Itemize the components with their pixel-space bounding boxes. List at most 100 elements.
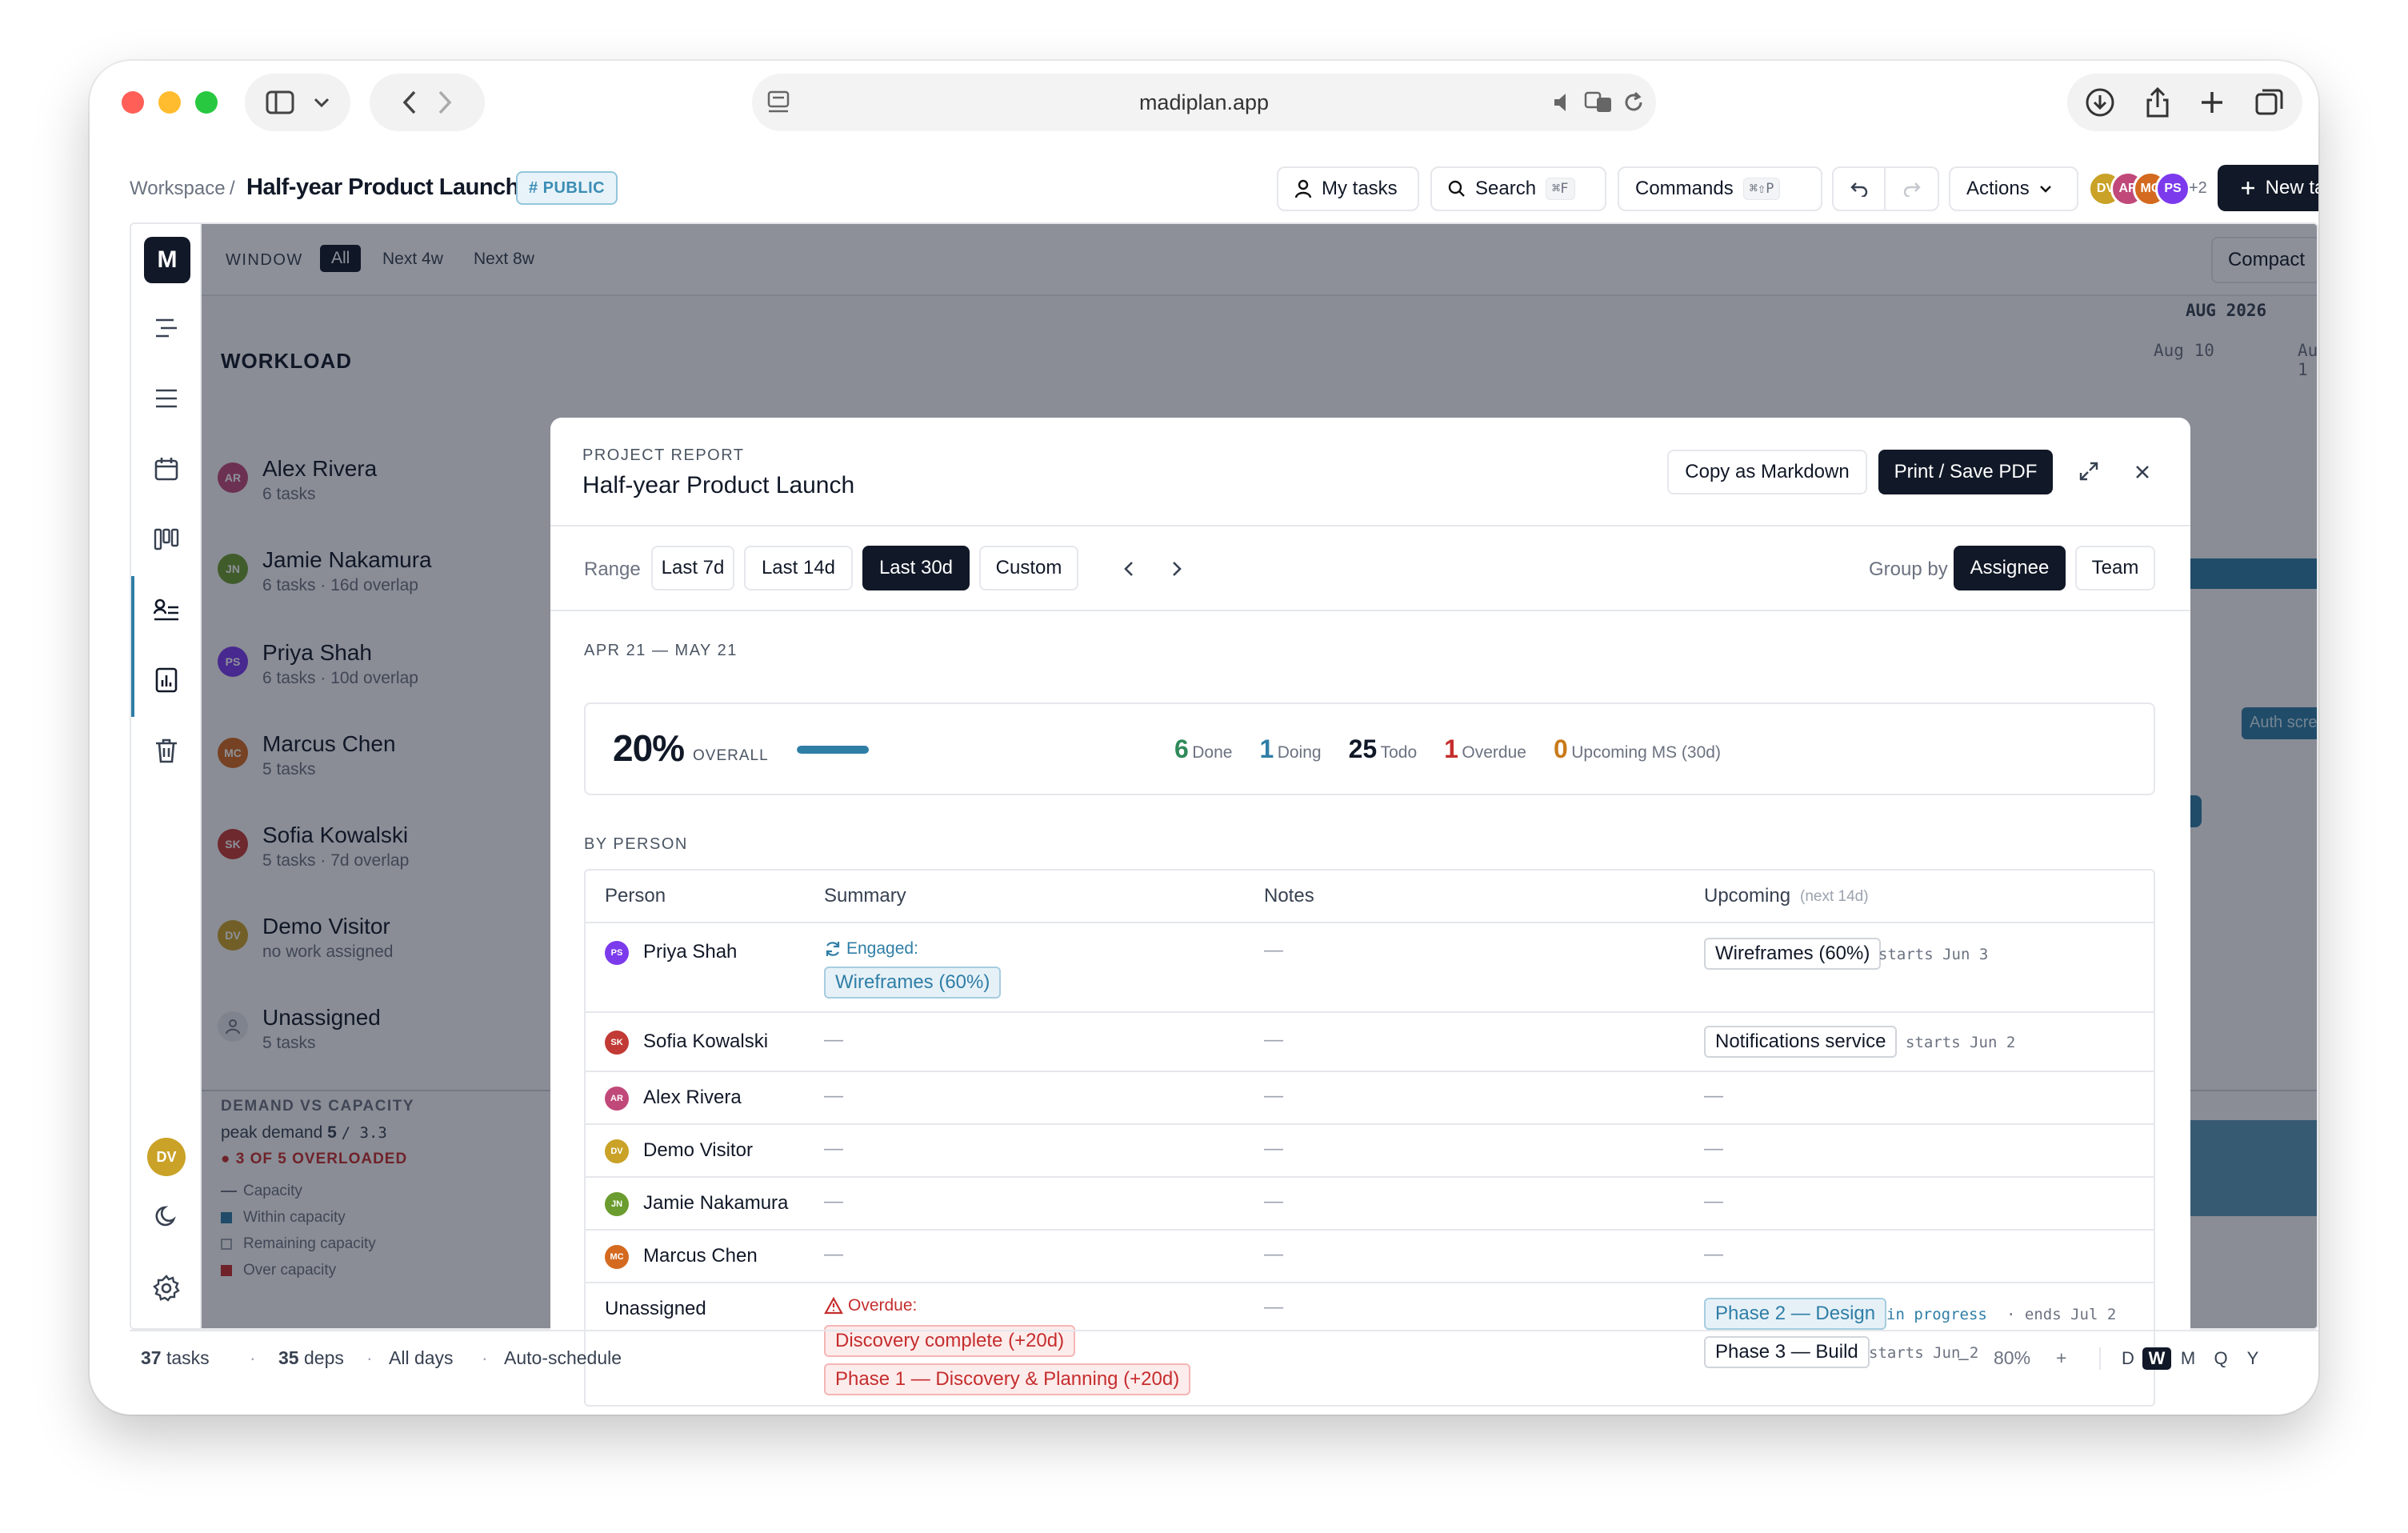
range-custom[interactable]: Custom — [979, 546, 1078, 590]
column-header-person: Person — [605, 885, 666, 907]
undo-icon[interactable] — [1834, 168, 1886, 210]
reload-icon[interactable] — [1622, 91, 1645, 114]
breadcrumb-workspace[interactable]: Workspace — [130, 178, 226, 200]
auto-schedule-toggle[interactable]: Auto-schedule — [504, 1347, 622, 1369]
tab-overview-icon[interactable] — [2254, 87, 2285, 118]
divider — [2099, 1347, 2101, 1370]
chevron-down-icon — [2039, 185, 2052, 193]
group-by-assignee[interactable]: Assignee — [1954, 546, 2066, 590]
stat-upcoming-milestones: 0 Upcoming MS (30d) — [1554, 734, 1721, 764]
expand-icon[interactable] — [2078, 461, 2099, 482]
my-tasks-label: My tasks — [1322, 178, 1398, 199]
user-avatar[interactable]: DV — [147, 1138, 186, 1176]
dialog-title: Half-year Product Launch — [582, 472, 855, 498]
share-icon[interactable] — [2145, 86, 2170, 118]
avatar: JN — [605, 1192, 629, 1216]
avatar: AR — [605, 1087, 629, 1111]
stat-value: 0 — [1553, 734, 1568, 763]
next-period-icon[interactable] — [1171, 560, 1182, 578]
stat-value: 1 — [1259, 734, 1274, 763]
task-count-value: 37 — [141, 1347, 162, 1368]
zoom-level: 80% — [1994, 1347, 2031, 1368]
zoom-in-button[interactable]: + — [2056, 1347, 2066, 1369]
new-task-button[interactable]: New task — [2218, 165, 2318, 211]
avatar[interactable]: PS — [2155, 171, 2190, 206]
empty-notes: — — [1264, 1085, 1283, 1107]
divider — [550, 610, 2190, 611]
timescale-week[interactable]: W — [2142, 1347, 2171, 1370]
empty-summary: — — [824, 1085, 843, 1107]
empty-notes: — — [1264, 1191, 1283, 1212]
overall-progress-fill — [797, 746, 869, 754]
table-row: SK Sofia Kowalski — — Notifications serv… — [586, 1013, 2154, 1072]
timescale-day[interactable]: D — [2114, 1348, 2142, 1369]
stat-label: Upcoming MS (30d) — [1571, 743, 1721, 762]
board-view-icon[interactable] — [149, 522, 184, 557]
task-start-date: starts Jun 3 — [1878, 946, 1989, 963]
task-start-date: starts Jun 2 — [1906, 1034, 2016, 1051]
days-filter[interactable]: All days — [389, 1347, 454, 1369]
zoom-window-button[interactable] — [195, 91, 218, 114]
engaged-text: Engaged: — [846, 939, 918, 958]
range-last-14d[interactable]: Last 14d — [744, 546, 853, 590]
status-bar: 37 tasks · 35 deps · All days · Auto-sch… — [130, 1330, 2318, 1386]
task-chip[interactable]: Wireframes (60%) — [1704, 938, 1882, 970]
app-logo[interactable]: M — [144, 237, 190, 283]
overall-summary-card: 20% OVERALL 6 Done 1 Doing 25 Todo 1 Ove… — [584, 702, 2155, 795]
print-pdf-button[interactable]: Print / Save PDF — [1878, 450, 2053, 494]
translate-icon[interactable] — [1584, 90, 1614, 115]
dependency-count-label: deps — [303, 1347, 344, 1368]
app-header: Workspace / Half-year Product Launch # PU… — [130, 144, 2318, 211]
stat-label: Done — [1192, 743, 1233, 762]
address-bar[interactable]: madiplan.app — [752, 74, 1656, 131]
dark-mode-icon[interactable] — [149, 1199, 184, 1234]
visibility-badge[interactable]: # PUBLIC — [516, 171, 618, 205]
actions-label: Actions — [1966, 178, 2030, 199]
range-last-30d[interactable]: Last 30d — [862, 546, 970, 590]
undo-redo-group — [1832, 166, 1939, 211]
page-menu-icon[interactable] — [766, 90, 790, 115]
redo-icon[interactable] — [1886, 168, 1938, 210]
trash-icon[interactable] — [149, 733, 184, 768]
overdue-label: Overdue: — [824, 1296, 917, 1315]
sidebar-toggle-button[interactable] — [245, 74, 350, 131]
list-view-icon[interactable] — [149, 381, 184, 416]
back-arrow-icon[interactable] — [402, 90, 418, 115]
table-row: JN Jamie Nakamura — — — — [586, 1178, 2154, 1231]
minimize-window-button[interactable] — [158, 91, 181, 114]
outline-view-icon[interactable] — [149, 310, 184, 346]
copy-markdown-button[interactable]: Copy as Markdown — [1667, 450, 1867, 494]
search-button[interactable]: Search ⌘F — [1430, 166, 1606, 211]
task-chip[interactable]: Wireframes (60%) — [824, 967, 1002, 999]
task-chip[interactable]: Notifications service — [1704, 1026, 1898, 1058]
close-icon[interactable] — [2134, 464, 2150, 480]
workload-view-icon[interactable] — [149, 592, 184, 627]
stat-todo: 25 Todo — [1349, 734, 1418, 764]
range-last-7d[interactable]: Last 7d — [651, 546, 734, 590]
group-by-team[interactable]: Team — [2075, 546, 2155, 590]
avatar: SK — [605, 1031, 629, 1055]
settings-gear-icon[interactable] — [149, 1271, 184, 1306]
new-tab-icon[interactable] — [2199, 90, 2225, 115]
forward-arrow-icon[interactable] — [437, 90, 453, 115]
timescale-quarter[interactable]: Q — [2205, 1348, 2237, 1369]
stat-label: Doing — [1277, 743, 1322, 762]
download-icon[interactable] — [2085, 87, 2115, 118]
speaker-icon[interactable] — [1552, 91, 1573, 114]
report-date-range: APR 21 — MAY 21 — [584, 642, 738, 659]
commands-button[interactable]: Commands ⌘⇧P — [1618, 166, 1822, 211]
project-report-dialog: PROJECT REPORT Half-year Product Launch … — [550, 418, 2190, 1415]
avatars-more-count[interactable]: +2 — [2189, 179, 2207, 198]
my-tasks-button[interactable]: My tasks — [1277, 166, 1419, 211]
close-window-button[interactable] — [122, 91, 144, 114]
timescale-year[interactable]: Y — [2237, 1348, 2269, 1369]
report-view-icon[interactable] — [149, 662, 184, 698]
new-task-label: New task — [2265, 177, 2318, 198]
task-chip[interactable]: Phase 2 — Design — [1704, 1298, 1887, 1330]
zoom-out-button[interactable]: – — [1958, 1347, 1969, 1369]
timescale-month[interactable]: M — [2171, 1348, 2205, 1369]
calendar-icon[interactable] — [149, 451, 184, 486]
previous-period-icon[interactable] — [1123, 560, 1134, 578]
person-name: Alex Rivera — [643, 1087, 742, 1108]
actions-menu-button[interactable]: Actions — [1949, 166, 2078, 211]
